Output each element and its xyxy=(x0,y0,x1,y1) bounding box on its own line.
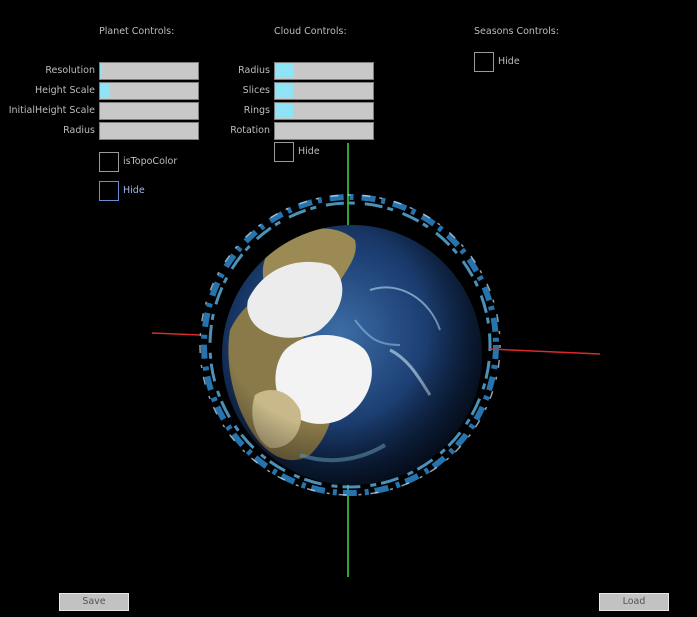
planet-globe xyxy=(222,225,482,485)
slices-slider[interactable] xyxy=(274,82,374,100)
initial-height-scale-label: InitialHeight Scale xyxy=(8,105,95,116)
x-axis-line-left xyxy=(151,332,201,336)
slices-slider-fill xyxy=(275,84,293,98)
resolution-slider-fill xyxy=(100,64,102,78)
planet-hide-checkbox[interactable] xyxy=(99,181,119,201)
height-scale-slider-fill xyxy=(100,84,110,98)
cloud-controls-header: Cloud Controls: xyxy=(274,26,347,37)
planet-radius-slider[interactable] xyxy=(99,122,199,140)
rotation-label: Rotation xyxy=(230,125,270,136)
cloud-hide-label: Hide xyxy=(298,146,320,157)
cloud-radius-slider[interactable] xyxy=(274,62,374,80)
cloud-radius-label: Radius xyxy=(238,65,270,76)
resolution-label: Resolution xyxy=(45,65,95,76)
resolution-slider[interactable] xyxy=(99,62,199,80)
rings-slider-fill xyxy=(275,104,293,118)
height-scale-label: Height Scale xyxy=(35,85,95,96)
rings-label: Rings xyxy=(243,105,270,116)
seasons-hide-checkbox[interactable] xyxy=(474,52,494,72)
seasons-controls-header: Seasons Controls: xyxy=(474,26,559,37)
save-button[interactable]: Save xyxy=(59,593,129,611)
rings-slider[interactable] xyxy=(274,102,374,120)
seasons-hide-label: Hide xyxy=(498,56,520,67)
initial-height-scale-slider[interactable] xyxy=(99,102,199,120)
is-topo-color-label: isTopoColor xyxy=(123,156,178,167)
cloud-radius-slider-fill xyxy=(275,64,294,78)
height-scale-slider[interactable] xyxy=(99,82,199,100)
planet-controls-header: Planet Controls: xyxy=(99,26,175,37)
x-axis-line-right xyxy=(489,348,601,355)
cloud-hide-checkbox[interactable] xyxy=(274,142,294,162)
is-topo-color-checkbox[interactable] xyxy=(99,152,119,172)
load-button[interactable]: Load xyxy=(599,593,669,611)
rotation-slider[interactable] xyxy=(274,122,374,140)
slices-label: Slices xyxy=(242,85,270,96)
planet-radius-label: Radius xyxy=(63,125,95,136)
planet-hide-label: Hide xyxy=(123,185,145,196)
